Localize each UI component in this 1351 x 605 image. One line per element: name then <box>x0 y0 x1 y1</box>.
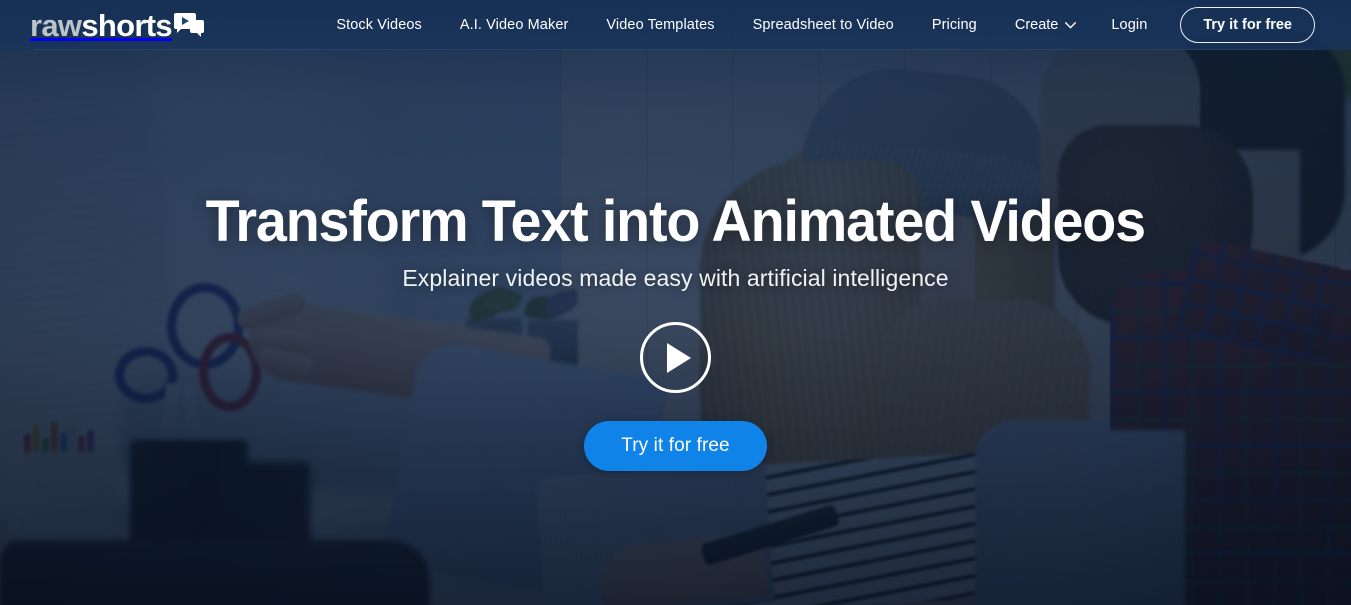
speech-bubble-play-icon <box>173 13 204 37</box>
chevron-down-icon <box>1065 21 1077 29</box>
landing-page: rawshorts Stock Videos A.I. Video Maker … <box>0 0 1351 605</box>
login-link[interactable]: Login <box>1092 0 1166 50</box>
play-video-button[interactable] <box>640 322 711 394</box>
logo[interactable]: rawshorts <box>30 0 204 50</box>
nav-item-ai-video-maker[interactable]: A.I. Video Maker <box>441 0 588 50</box>
logo-text-shorts: shorts <box>81 7 172 43</box>
logo-text-raw: raw <box>30 7 82 43</box>
nav-item-create-label: Create <box>1014 17 1059 33</box>
main-navigation: Stock Videos A.I. Video Maker Video Temp… <box>317 0 1351 50</box>
site-header: rawshorts Stock Videos A.I. Video Maker … <box>0 0 1351 50</box>
hero-subheadline: Explainer videos made easy with artifici… <box>402 265 949 292</box>
hero-headline: Transform Text into Animated Videos <box>205 189 1147 254</box>
play-triangle-icon <box>666 342 691 373</box>
nav-item-spreadsheet-to-video[interactable]: Spreadsheet to Video <box>734 0 913 50</box>
hero-try-it-for-free-button[interactable]: Try it for free <box>584 421 767 472</box>
hero-section: Transform Text into Animated Videos Expl… <box>0 50 1351 605</box>
nav-item-video-templates[interactable]: Video Templates <box>587 0 733 50</box>
nav-item-pricing[interactable]: Pricing <box>913 0 996 50</box>
header-try-it-for-free-button[interactable]: Try it for free <box>1180 7 1315 43</box>
nav-item-stock-videos[interactable]: Stock Videos <box>317 0 441 50</box>
nav-item-create-dropdown[interactable]: Create <box>996 17 1093 33</box>
